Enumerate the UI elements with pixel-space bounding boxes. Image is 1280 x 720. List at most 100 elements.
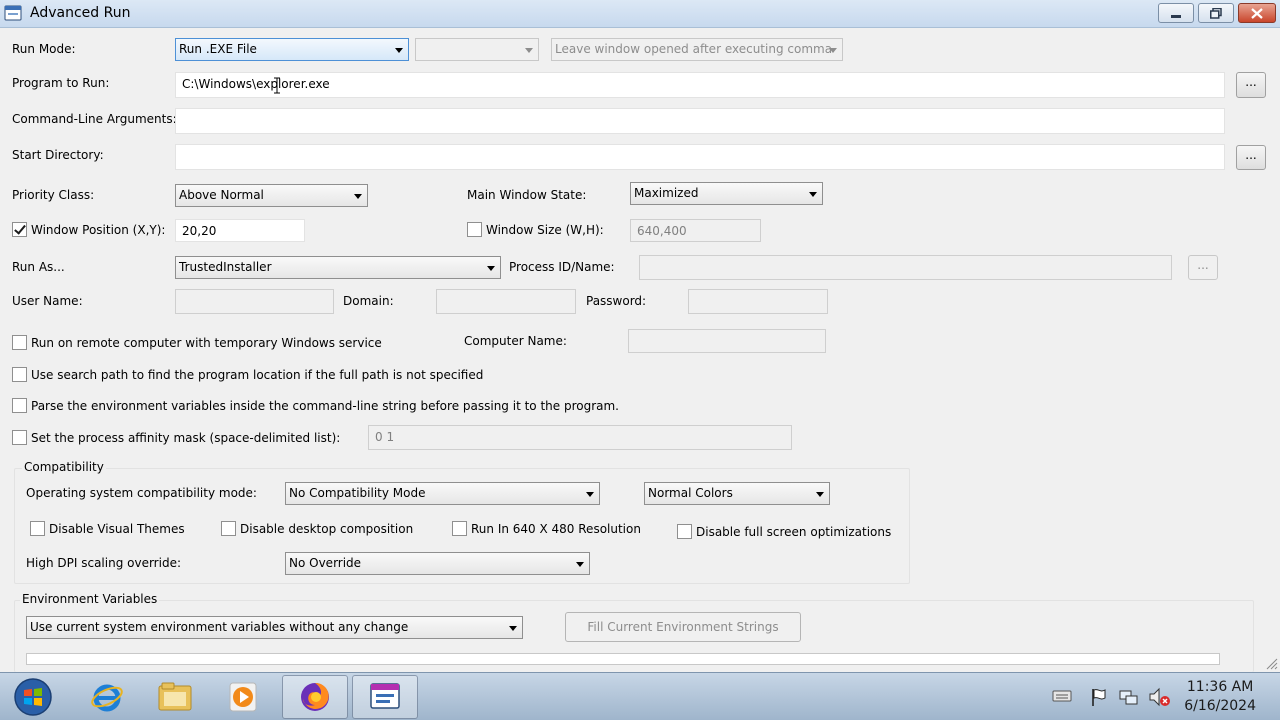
close-button[interactable] [1238, 3, 1276, 23]
chevron-down-icon [576, 561, 584, 567]
window-title: Advanced Run [30, 5, 131, 21]
password-input[interactable] [688, 289, 828, 314]
dpi-label: High DPI scaling override: [26, 556, 181, 570]
affinity-input[interactable]: 0 1 [368, 425, 792, 450]
taskbar-advanced-run[interactable] [352, 675, 418, 719]
chevron-down-icon [586, 491, 594, 497]
password-label: Password: [586, 294, 647, 308]
restore-button[interactable] [1198, 3, 1234, 23]
priority-label: Priority Class: [12, 188, 95, 202]
chevron-down-icon [809, 191, 817, 197]
window-size-input[interactable]: 640,400 [630, 219, 761, 242]
compatibility-title: Compatibility [22, 460, 106, 474]
disable-visual-themes-checkbox[interactable] [30, 521, 45, 536]
search-path-label: Use search path to find the program loca… [31, 368, 484, 382]
main-window-state-dropdown[interactable]: Maximized [630, 182, 823, 205]
domain-input[interactable] [436, 289, 576, 314]
priority-dropdown[interactable]: Above Normal [175, 184, 368, 207]
disable-fullscreen-opt-label: Disable full screen optimizations [696, 525, 892, 539]
taskbar-media-player[interactable] [210, 675, 276, 719]
run-as-dropdown[interactable]: TrustedInstaller [175, 256, 501, 279]
minimize-button[interactable] [1158, 3, 1194, 23]
window-option-value: Leave window opened after executing comm… [555, 42, 833, 56]
run-640-checkbox[interactable] [452, 521, 467, 536]
volume-muted-icon[interactable] [1148, 687, 1172, 707]
args-input[interactable] [175, 108, 1225, 134]
clock-date: 6/16/2024 [1184, 698, 1256, 714]
environment-title: Environment Variables [20, 592, 160, 606]
clock-time: 11:36 AM [1186, 679, 1254, 695]
run-mode-dropdown[interactable]: Run .EXE File [175, 38, 409, 61]
run-mode-value: Run .EXE File [179, 42, 257, 56]
colors-value: Normal Colors [648, 486, 733, 500]
folder-icon [158, 682, 192, 711]
window-size-checkbox[interactable] [467, 222, 482, 237]
network-icon[interactable] [1118, 687, 1140, 707]
start-button[interactable] [0, 675, 66, 719]
program-label: Program to Run: [12, 76, 110, 90]
run-mode-secondary-dropdown[interactable] [415, 38, 539, 61]
affinity-label: Set the process affinity mask (space-del… [31, 431, 341, 445]
process-id-input[interactable] [639, 255, 1172, 280]
process-id-browse-button[interactable]: ... [1188, 255, 1218, 280]
environment-strings-box[interactable] [26, 653, 1220, 665]
disable-fullscreen-opt-checkbox[interactable] [677, 524, 692, 539]
window-position-label: Window Position (X,Y): [31, 223, 166, 237]
run-as-value: TrustedInstaller [179, 260, 272, 274]
disable-desktop-composition-checkbox[interactable] [221, 521, 236, 536]
parse-env-label: Parse the environment variables inside t… [31, 399, 619, 413]
keyboard-icon[interactable] [1052, 687, 1072, 705]
colors-dropdown[interactable]: Normal Colors [644, 482, 830, 505]
computer-name-input[interactable] [628, 329, 826, 353]
chevron-down-icon [487, 265, 495, 271]
action-center-flag-icon[interactable] [1090, 687, 1108, 707]
domain-label: Domain: [343, 294, 394, 308]
environment-value: Use current system environment variables… [30, 620, 409, 634]
computer-name-label: Computer Name: [464, 334, 567, 348]
disable-visual-themes-label: Disable Visual Themes [49, 522, 185, 536]
taskbar-file-explorer[interactable] [142, 675, 208, 719]
media-player-icon [229, 682, 257, 712]
taskbar-clock[interactable]: 11:36 AM 6/16/2024 [1184, 679, 1256, 714]
window-position-checkbox[interactable] [12, 222, 27, 237]
user-name-input[interactable] [175, 289, 334, 314]
affinity-checkbox[interactable] [12, 430, 27, 445]
title-bar: Advanced Run [0, 0, 1280, 28]
run-mode-label: Run Mode: [12, 42, 76, 56]
advanced-run-icon [370, 683, 400, 709]
chevron-down-icon [395, 47, 403, 53]
chevron-down-icon [525, 47, 533, 53]
os-compat-label: Operating system compatibility mode: [26, 486, 257, 500]
taskbar-internet-explorer[interactable] [74, 675, 140, 719]
search-path-checkbox[interactable] [12, 367, 27, 382]
remote-checkbox[interactable] [12, 335, 27, 350]
start-dir-browse-button[interactable]: ... [1236, 145, 1266, 170]
priority-value: Above Normal [179, 188, 264, 202]
program-browse-button[interactable]: ... [1236, 72, 1266, 98]
start-dir-label: Start Directory: [12, 148, 104, 162]
os-compat-dropdown[interactable]: No Compatibility Mode [285, 482, 600, 505]
run-as-label: Run As... [12, 260, 65, 274]
minimize-icon [1171, 14, 1181, 18]
main-window-state-value: Maximized [634, 186, 699, 200]
taskbar-firefox[interactable] [282, 675, 348, 719]
window-position-input[interactable]: 20,20 [175, 219, 305, 242]
environment-dropdown[interactable]: Use current system environment variables… [26, 616, 523, 639]
main-window-state-label: Main Window State: [467, 188, 587, 202]
dpi-dropdown[interactable]: No Override [285, 552, 590, 575]
resize-grip-icon[interactable] [1266, 658, 1278, 670]
start-dir-input[interactable] [175, 144, 1225, 170]
disable-desktop-composition-label: Disable desktop composition [240, 522, 414, 536]
text-cursor-icon [274, 77, 280, 94]
fill-env-button[interactable]: Fill Current Environment Strings [565, 612, 801, 642]
chevron-down-icon [354, 193, 362, 199]
close-icon [1251, 7, 1263, 19]
firefox-icon [301, 682, 329, 711]
parse-env-checkbox[interactable] [12, 398, 27, 413]
process-id-label: Process ID/Name: [509, 260, 615, 274]
program-input[interactable]: C:\Windows\explorer.exe [175, 72, 1225, 98]
args-label: Command-Line Arguments: [12, 112, 177, 126]
window-option-dropdown[interactable]: Leave window opened after executing comm… [551, 38, 843, 61]
window-size-label: Window Size (W,H): [486, 223, 604, 237]
run-640-label: Run In 640 X 480 Resolution [471, 522, 641, 536]
